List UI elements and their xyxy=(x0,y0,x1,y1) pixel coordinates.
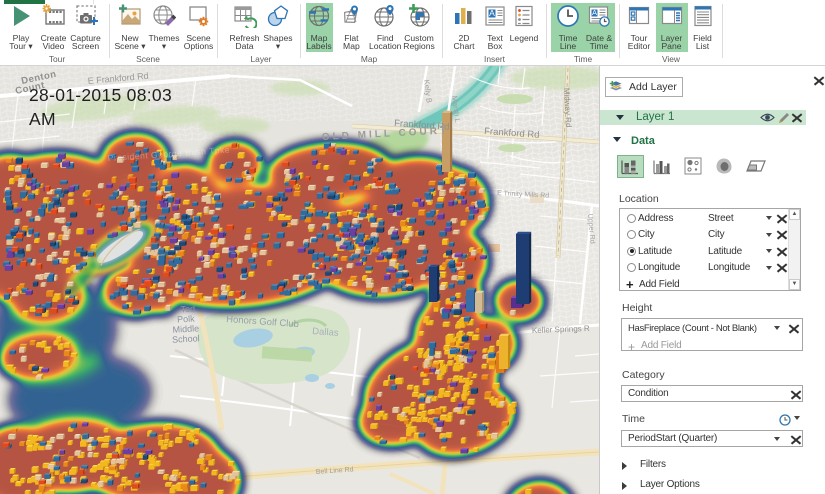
svg-text:Dallas: Dallas xyxy=(312,326,339,339)
svg-text:A: A xyxy=(592,8,597,17)
svg-text:A: A xyxy=(489,8,495,18)
svg-text:School: School xyxy=(172,333,200,344)
